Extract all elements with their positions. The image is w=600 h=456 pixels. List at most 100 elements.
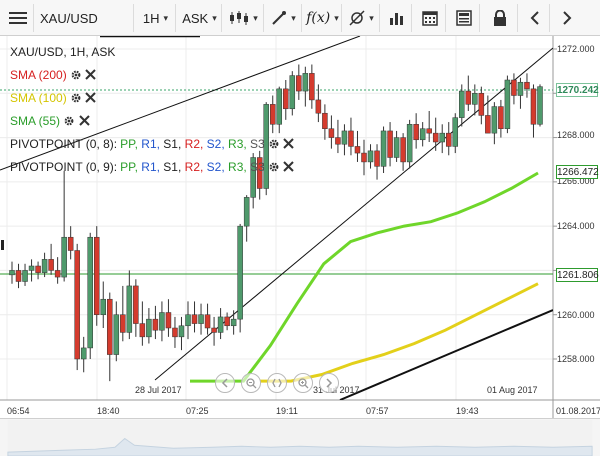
candle-bearish [309,73,315,101]
candle-bearish [152,318,159,331]
menu-icon [8,12,27,24]
lock-icon [493,10,506,26]
candle-bullish [537,86,543,125]
candle-bearish [165,312,172,329]
lock-button[interactable] [482,4,518,32]
time-tick: 19:43 [456,406,479,416]
candle-bullish [419,128,426,141]
candle-bullish [517,81,524,96]
sma55-label[interactable]: SMA (55) [10,114,60,128]
candle-bearish [413,124,419,141]
menu-button[interactable] [2,4,34,32]
chart-type-button[interactable]: ▾ [224,4,264,32]
date-label: 28 Jul 2017 [135,385,182,395]
price-type-label: ASK [182,10,209,26]
candle-bullish [406,124,413,163]
sma100-settings-button[interactable] [70,92,82,104]
pivot-level-s3: S3 [250,159,265,174]
candle-bearish [204,314,211,329]
candle-bearish [335,137,341,145]
candle-bearish [361,152,367,163]
pivot-level-r3: R3, [228,159,251,174]
pivot2-settings-button[interactable] [268,161,280,173]
legend-sma200-row: SMA (200) [10,63,295,86]
sma200-settings-button[interactable] [70,69,82,81]
candle-bullish [491,106,498,134]
close-icon [283,138,294,149]
price-tick: 1264.000 [557,221,595,231]
legend-pivot1-row: PIVOTPOINT (0, 8): PP, R1, S1, R2, S2, R… [10,132,295,155]
indicators-button[interactable]: f(x) ▾ [304,4,342,32]
chart-navigation [215,373,345,393]
zoom-in-button[interactable] [293,373,313,393]
pivot-level-s1: S1, [163,136,185,151]
crosshair-button[interactable]: ▾ [344,4,380,32]
pivot1-remove-button[interactable] [283,138,295,150]
caret-down-icon: ▾ [163,12,169,23]
time-navigator[interactable] [0,418,600,456]
legend-title-row: XAU/USD, 1H, ASK [10,40,295,63]
pivot1-label[interactable]: PIVOTPOINT (0, 8): [10,137,117,151]
pivot1-settings-button[interactable] [268,138,280,150]
legend-pivot2-row: PIVOTPOINT (0, 9): PP, R1, S1, R2, S2, R… [10,155,295,178]
candle-bearish [328,128,335,138]
caret-down-icon: ▾ [212,12,217,23]
calendar-button[interactable] [414,4,446,32]
candle-bearish [354,146,361,154]
sma200-label[interactable]: SMA (200) [10,68,67,82]
pivot-level-pp: PP, [120,136,142,151]
price-tick: 1260.000 [557,310,595,320]
reset-zoom-button[interactable] [267,373,287,393]
caret-down-icon: ▾ [291,12,296,23]
candle-bullish [41,259,48,273]
candle-bearish [191,314,198,324]
sma55-remove-button[interactable] [78,115,90,127]
sma55-value-badge: 1266.472 [556,165,599,179]
price-type-dropdown[interactable]: ASK ▾ [178,4,222,32]
pivot-level-r1: R1, [141,159,164,174]
chevron-left-icon [530,11,539,25]
legend-title: XAU/USD, 1H, ASK [10,44,116,59]
drawing-tools-button[interactable]: ▾ [266,4,302,32]
symbol-selector[interactable]: XAU/USD [36,4,134,32]
zoom-out-icon [245,377,256,388]
pivot2-label[interactable]: PIVOTPOINT (0, 9): [10,160,117,174]
price-tick: 1268.000 [557,130,595,140]
draw-line-icon [272,11,287,25]
candle-bullish [341,130,348,145]
candle-bearish [93,236,100,315]
gear-icon [64,116,74,125]
pivot-level-r2: R2, [184,159,207,174]
candle-bearish [530,88,537,125]
scroll-right-button[interactable] [552,4,582,32]
volume-button[interactable] [382,4,412,32]
sma55-settings-button[interactable] [63,115,75,127]
timeframe-dropdown[interactable]: 1H ▾ [136,4,176,32]
candle-bearish [465,90,472,105]
sma200-remove-button[interactable] [85,69,97,81]
data-table-button[interactable] [448,4,480,32]
pivot2-remove-button[interactable] [283,161,295,173]
sma100-remove-button[interactable] [85,92,97,104]
pan-left-button[interactable] [215,373,235,393]
gear-icon [71,70,81,79]
timeframe-label: 1H [142,10,160,26]
pivot1-levels: PP, R1, S1, R2, S2, R3, S3 [120,137,265,151]
candle-bullish [178,325,185,338]
close-icon [78,115,90,126]
price-tick: 1272.000 [557,44,595,54]
sma100-value-badge: 1261.806 [556,268,599,282]
zoom-out-button[interactable] [241,373,261,393]
pan-right-button[interactable] [319,373,339,393]
candle-bearish [348,130,354,147]
candle-bearish [322,112,328,129]
gear-icon [269,162,279,171]
candle-bearish [211,327,217,333]
candle-bearish [400,137,406,163]
scroll-left-button[interactable] [520,4,550,32]
sma100-label[interactable]: SMA (100) [10,91,67,105]
time-tick: 06:54 [7,406,30,416]
candle-bullish [87,236,93,349]
candle-bearish [498,106,504,129]
candle-bullish [230,318,237,327]
